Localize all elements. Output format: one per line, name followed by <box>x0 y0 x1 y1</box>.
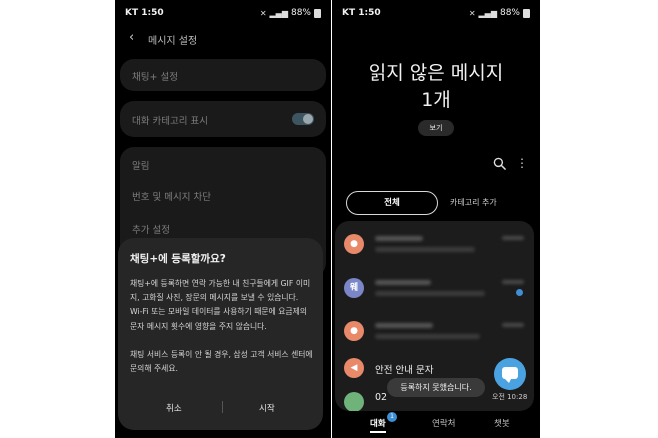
status-bar: KT 1:50 ✕ ▂▄▆ 88% <box>332 8 540 22</box>
blurred-time <box>502 323 524 327</box>
nav-chatbot[interactable]: 챗봇 <box>494 417 510 429</box>
button-divider <box>222 401 223 413</box>
timestamp: 오전 10:28 <box>492 393 528 401</box>
blurred-name <box>375 280 431 285</box>
list-item[interactable]: ● <box>335 312 534 350</box>
block-item[interactable]: 번호 및 메시지 차단 <box>132 189 211 203</box>
nav-contacts[interactable]: 연락처 <box>432 417 455 429</box>
view-button[interactable]: 보기 <box>418 120 454 136</box>
tab-add-category[interactable]: 카테고리 추가 <box>450 197 497 208</box>
dialog-paragraph-2: 채팅 서비스 등록이 안 될 경우, 삼성 고객 서비스 센터에 문의해 주세요… <box>130 349 313 374</box>
bottom-nav: 대화 1 연락처 챗봇 <box>332 410 540 438</box>
toggle-knob <box>303 114 313 124</box>
conversation-name: 안전 안내 문자 <box>375 365 434 376</box>
chat-bubble-icon <box>502 367 518 383</box>
conversation-name: 02 <box>375 392 388 403</box>
avatar: ● <box>344 321 364 341</box>
dialog-paragraph-1: 채팅+에 등록하면 연락 가능한 내 친구들에게 GIF 이미지, 고화질 사진… <box>130 279 311 331</box>
compose-button[interactable] <box>494 358 526 390</box>
signal-icon: ▂▄▆ <box>269 8 288 18</box>
header: ‹ 메시지 설정 <box>115 30 331 50</box>
avatar: 웨 <box>344 278 364 298</box>
avatar <box>344 392 364 411</box>
blurred-name <box>375 236 423 241</box>
status-icons: ✕ ▂▄▆ 88% <box>469 8 530 18</box>
status-bar: KT 1:50 ✕ ▂▄▆ 88% <box>115 8 331 22</box>
more-options-icon[interactable]: ⋮ <box>516 157 528 170</box>
carrier-time: KT 1:50 <box>342 8 381 18</box>
dialog-body: 채팅+에 등록하면 연락 가능한 내 친구들에게 GIF 이미지, 고화질 사진… <box>130 277 313 390</box>
cancel-button[interactable]: 취소 <box>166 402 182 414</box>
register-dialog: 채팅+에 등록할까요? 채팅+에 등록하면 연락 가능한 내 친구들에게 GIF… <box>118 238 323 430</box>
blurred-time <box>502 236 524 240</box>
carrier-time: KT 1:50 <box>125 8 164 18</box>
more-settings-item[interactable]: 추가 설정 <box>132 222 170 236</box>
blurred-preview <box>375 247 475 252</box>
page-title: 메시지 설정 <box>148 36 198 47</box>
avatar: ● <box>344 234 364 254</box>
category-label: 대화 카테고리 표시 <box>132 116 208 127</box>
mute-icon: ✕ <box>468 8 476 18</box>
chat-plus-card[interactable]: 채팅+ 설정 <box>120 59 326 91</box>
active-tab-underline <box>370 431 386 433</box>
tab-all[interactable]: 전체 <box>346 191 438 215</box>
search-icon[interactable] <box>493 157 506 170</box>
category-card[interactable]: 대화 카테고리 표시 <box>120 101 326 137</box>
blurred-preview <box>375 291 485 296</box>
megaphone-icon: ◀ <box>344 358 364 378</box>
start-button[interactable]: 시작 <box>259 402 275 414</box>
blurred-name <box>375 323 433 328</box>
signal-icon: ▂▄▆ <box>478 8 497 18</box>
notifications-item[interactable]: 알림 <box>132 158 149 172</box>
unread-headline: 읽지 않은 메시지 1개 <box>368 62 504 111</box>
unread-badge <box>516 289 523 296</box>
battery-level: 88% <box>290 8 311 18</box>
nav-chats[interactable]: 대화 <box>370 417 386 429</box>
blurred-time <box>502 280 524 284</box>
dialog-title: 채팅+에 등록할까요? <box>130 253 226 265</box>
battery-icon <box>314 8 321 18</box>
mute-icon: ✕ <box>259 8 267 18</box>
list-item[interactable]: ● <box>335 225 534 263</box>
blurred-preview <box>375 334 480 339</box>
toast-message: 등록하지 못했습니다. <box>387 378 485 397</box>
battery-icon <box>523 8 530 18</box>
battery-level: 88% <box>499 8 520 18</box>
list-item[interactable]: 웨 <box>335 269 534 307</box>
chat-plus-settings-label: 채팅+ 설정 <box>132 72 178 83</box>
settings-screen: KT 1:50 ✕ ▂▄▆ 88% ‹ 메시지 설정 채팅+ 설정 대화 카테고… <box>115 0 331 438</box>
category-toggle[interactable] <box>292 113 314 125</box>
back-arrow-icon[interactable]: ‹ <box>129 30 134 45</box>
messages-screen: KT 1:50 ✕ ▂▄▆ 88% 읽지 않은 메시지 1개 보기 ⋮ 전체 카… <box>332 0 540 438</box>
status-icons: ✕ ▂▄▆ 88% <box>260 8 321 18</box>
chats-badge: 1 <box>387 412 397 422</box>
